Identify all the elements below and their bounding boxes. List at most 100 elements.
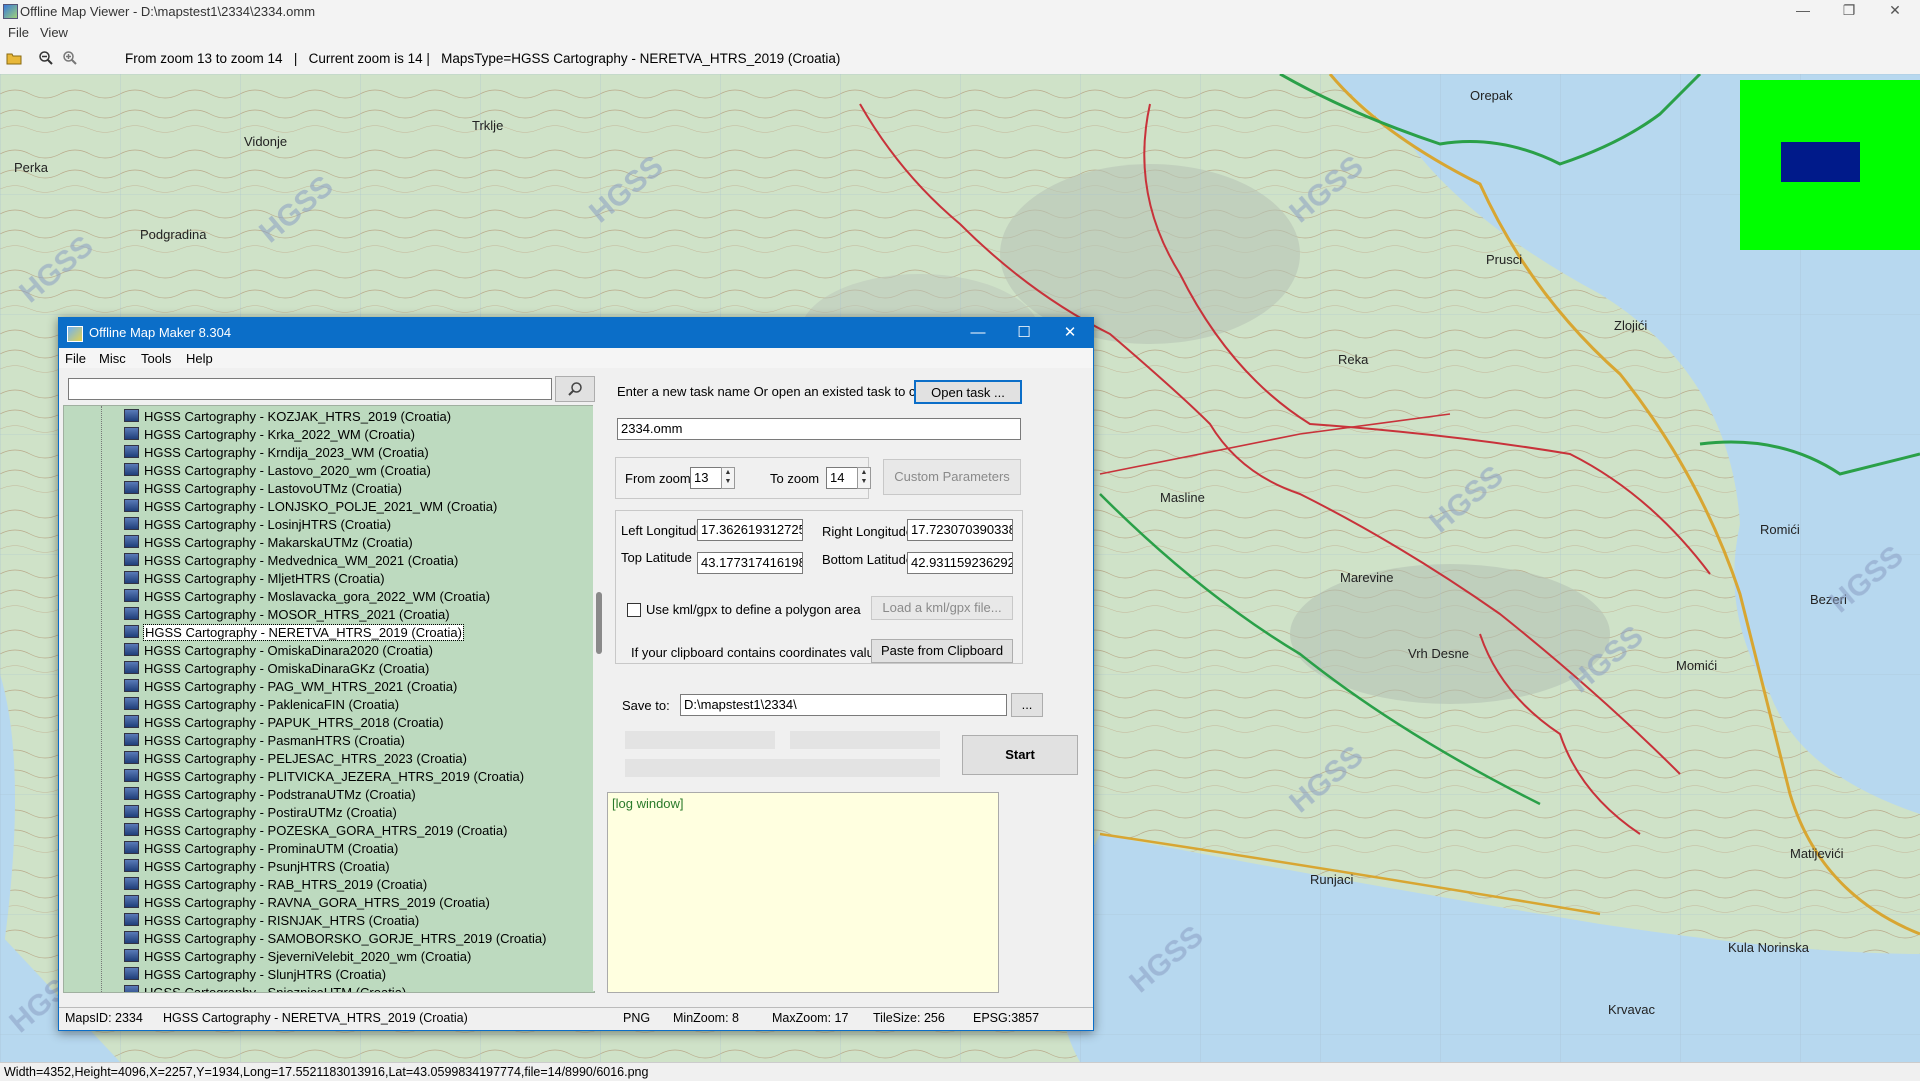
log-window[interactable]: [log window] xyxy=(607,792,999,993)
tree-item-label: HGSS Cartography - Krndija_2023_WM (Croa… xyxy=(144,445,429,460)
tree-item[interactable]: HGSS Cartography - PodstranaUTMz (Croati… xyxy=(124,786,416,804)
map-search-input[interactable] xyxy=(68,378,552,400)
from-zoom-input[interactable]: 13 xyxy=(690,467,722,489)
custom-parameters-button[interactable]: Custom Parameters xyxy=(883,459,1021,495)
tree-item[interactable]: HGSS Cartography - MljetHTRS (Croatia) xyxy=(124,570,385,588)
map-type-icon xyxy=(124,535,139,548)
dialog-titlebar[interactable]: Offline Map Maker 8.304 — ☐ ✕ xyxy=(59,318,1093,348)
search-button[interactable] xyxy=(555,376,595,402)
tree-item[interactable]: HGSS Cartography - PAPUK_HTRS_2018 (Croa… xyxy=(124,714,444,732)
tree-item[interactable]: HGSS Cartography - PLITVICKA_JEZERA_HTRS… xyxy=(124,768,524,786)
dialog-menu-misc[interactable]: Misc xyxy=(99,351,126,366)
map-type-icon xyxy=(124,697,139,710)
dialog-maximize-button[interactable]: ☐ xyxy=(1001,318,1047,348)
tree-item[interactable]: HGSS Cartography - Moslavacka_gora_2022_… xyxy=(124,588,490,606)
tree-item[interactable]: HGSS Cartography - Krndija_2023_WM (Croa… xyxy=(124,444,429,462)
dialog-menu-tools[interactable]: Tools xyxy=(141,351,171,366)
minimap[interactable] xyxy=(1740,80,1920,250)
map-label: Runjaci xyxy=(1310,872,1353,887)
tree-item[interactable]: HGSS Cartography - LastovoUTMz (Croatia) xyxy=(124,480,402,498)
load-kml-button[interactable]: Load a kml/gpx file... xyxy=(871,596,1013,620)
to-zoom-input[interactable]: 14 xyxy=(826,467,858,489)
minimize-button[interactable]: — xyxy=(1780,0,1826,22)
map-type-icon xyxy=(124,895,139,908)
tree-item[interactable]: HGSS Cartography - SlunjHTRS (Croatia) xyxy=(124,966,386,984)
tree-item[interactable]: HGSS Cartography - LosinjHTRS (Croatia) xyxy=(124,516,391,534)
use-kml-checkbox[interactable] xyxy=(627,603,641,617)
tree-item[interactable]: HGSS Cartography - RAB_HTRS_2019 (Croati… xyxy=(124,876,427,894)
tree-item-label: HGSS Cartography - PLITVICKA_JEZERA_HTRS… xyxy=(144,769,525,784)
tree-item[interactable]: HGSS Cartography - Medvednica_WM_2021 (C… xyxy=(124,552,458,570)
start-button[interactable]: Start xyxy=(962,735,1078,775)
dialog-minimize-button[interactable]: — xyxy=(955,318,1001,348)
dialog-close-button[interactable]: ✕ xyxy=(1047,318,1093,348)
tree-item[interactable]: HGSS Cartography - RISNJAK_HTRS (Croatia… xyxy=(124,912,419,930)
maximize-button[interactable]: ❐ xyxy=(1826,0,1872,22)
tree-scrollbar[interactable] xyxy=(593,405,607,991)
tree-item[interactable]: HGSS Cartography - KOZJAK_HTRS_2019 (Cro… xyxy=(124,408,451,426)
tree-item[interactable]: HGSS Cartography - PostiraUTMz (Croatia) xyxy=(124,804,397,822)
menu-view[interactable]: View xyxy=(40,25,68,40)
menubar: File View xyxy=(0,22,1920,42)
browse-button[interactable]: ... xyxy=(1011,693,1043,717)
dialog-menu-help[interactable]: Help xyxy=(186,351,213,366)
tree-item[interactable]: HGSS Cartography - PsunjHTRS (Croatia) xyxy=(124,858,390,876)
tree-item[interactable]: HGSS Cartography - OmiskaDinaraGKz (Croa… xyxy=(124,660,429,678)
maps-id: MapsID: 2334 xyxy=(65,1011,143,1025)
right-longitude-label: Right Longitude xyxy=(822,524,914,539)
dialog-app-icon xyxy=(67,326,83,342)
tree-item[interactable]: HGSS Cartography - SnjeznicaUTM (Croatia… xyxy=(124,984,406,992)
top-latitude-input[interactable]: 43.1773174161986 xyxy=(697,552,803,574)
bottom-latitude-input[interactable]: 42.9311592362928 xyxy=(907,552,1013,574)
map-label: Trklje xyxy=(472,118,503,133)
from-zoom-stepper[interactable]: ▲ ▼ xyxy=(721,467,735,489)
map-type-icon xyxy=(124,967,139,980)
tree-item-label: HGSS Cartography - PostiraUTMz (Croatia) xyxy=(144,805,397,820)
tree-item-label: HGSS Cartography - SlunjHTRS (Croatia) xyxy=(144,967,387,982)
task-name-input[interactable]: 2334.omm xyxy=(617,418,1021,440)
tree-item[interactable]: HGSS Cartography - Lastovo_2020_wm (Croa… xyxy=(124,462,431,480)
maps-name: HGSS Cartography - NERETVA_HTRS_2019 (Cr… xyxy=(163,1011,468,1025)
tree-scrollbar-thumb[interactable] xyxy=(596,592,602,654)
tree-item[interactable]: HGSS Cartography - OmiskaDinara2020 (Cro… xyxy=(124,642,433,660)
right-longitude-input[interactable]: 17.7230703903384 xyxy=(907,519,1013,541)
tree-item-label: HGSS Cartography - POZESKA_GORA_HTRS_201… xyxy=(144,823,508,838)
min-zoom: MinZoom: 8 xyxy=(673,1011,739,1025)
tree-item-label: HGSS Cartography - Krka_2022_WM (Croatia… xyxy=(144,427,415,442)
dialog-menu-file[interactable]: File xyxy=(65,351,86,366)
paste-clipboard-button[interactable]: Paste from Clipboard xyxy=(871,639,1013,663)
map-type-icon xyxy=(124,571,139,584)
map-type-icon xyxy=(124,445,139,458)
tree-item[interactable]: HGSS Cartography - POZESKA_GORA_HTRS_201… xyxy=(124,822,507,840)
tree-item[interactable]: HGSS Cartography - MakarskaUTMz (Croatia… xyxy=(124,534,413,552)
to-zoom-stepper[interactable]: ▲ ▼ xyxy=(857,467,871,489)
save-to-input[interactable]: D:\mapstest1\2334\ xyxy=(680,694,1007,716)
menu-file[interactable]: File xyxy=(8,25,29,40)
tree-item[interactable]: HGSS Cartography - SjeverniVelebit_2020_… xyxy=(124,948,471,966)
minimap-viewport[interactable] xyxy=(1781,142,1860,182)
close-button[interactable]: ✕ xyxy=(1872,0,1918,22)
map-type-icon xyxy=(124,715,139,728)
tree-item[interactable]: HGSS Cartography - PAG_WM_HTRS_2021 (Cro… xyxy=(124,678,457,696)
max-zoom: MaxZoom: 17 xyxy=(772,1011,849,1025)
tree-connector xyxy=(101,406,103,992)
open-folder-icon[interactable] xyxy=(6,50,22,66)
tree-item[interactable]: HGSS Cartography - PasmanHTRS (Croatia) xyxy=(124,732,405,750)
left-longitude-input[interactable]: 17.3626193127256 xyxy=(697,519,803,541)
tree-item-label: HGSS Cartography - MljetHTRS (Croatia) xyxy=(144,571,385,586)
tree-item[interactable]: HGSS Cartography - SAMOBORSKO_GORJE_HTRS… xyxy=(124,930,546,948)
map-label: Vrh Desne xyxy=(1408,646,1469,661)
tree-item[interactable]: HGSS Cartography - PaklenicaFIN (Croatia… xyxy=(124,696,399,714)
tree-item[interactable]: HGSS Cartography - NERETVA_HTRS_2019 (Cr… xyxy=(124,624,464,642)
tree-item[interactable]: HGSS Cartography - Krka_2022_WM (Croatia… xyxy=(124,426,415,444)
tree-item[interactable]: HGSS Cartography - RAVNA_GORA_HTRS_2019 … xyxy=(124,894,490,912)
tree-item[interactable]: HGSS Cartography - MOSOR_HTRS_2021 (Croa… xyxy=(124,606,450,624)
map-type-tree[interactable]: HGSS Cartography - KOZJAK_HTRS_2019 (Cro… xyxy=(63,405,595,993)
tree-item[interactable]: HGSS Cartography - ProminaUTM (Croatia) xyxy=(124,840,398,858)
zoom-out-icon[interactable] xyxy=(38,50,54,66)
tree-item[interactable]: HGSS Cartography - PELJESAC_HTRS_2023 (C… xyxy=(124,750,467,768)
tree-item[interactable]: HGSS Cartography - LONJSKO_POLJE_2021_WM… xyxy=(124,498,497,516)
zoom-in-icon[interactable] xyxy=(62,50,78,66)
open-task-button[interactable]: Open task ... xyxy=(914,380,1022,404)
left-longitude-label: Left Longitude xyxy=(621,523,704,538)
